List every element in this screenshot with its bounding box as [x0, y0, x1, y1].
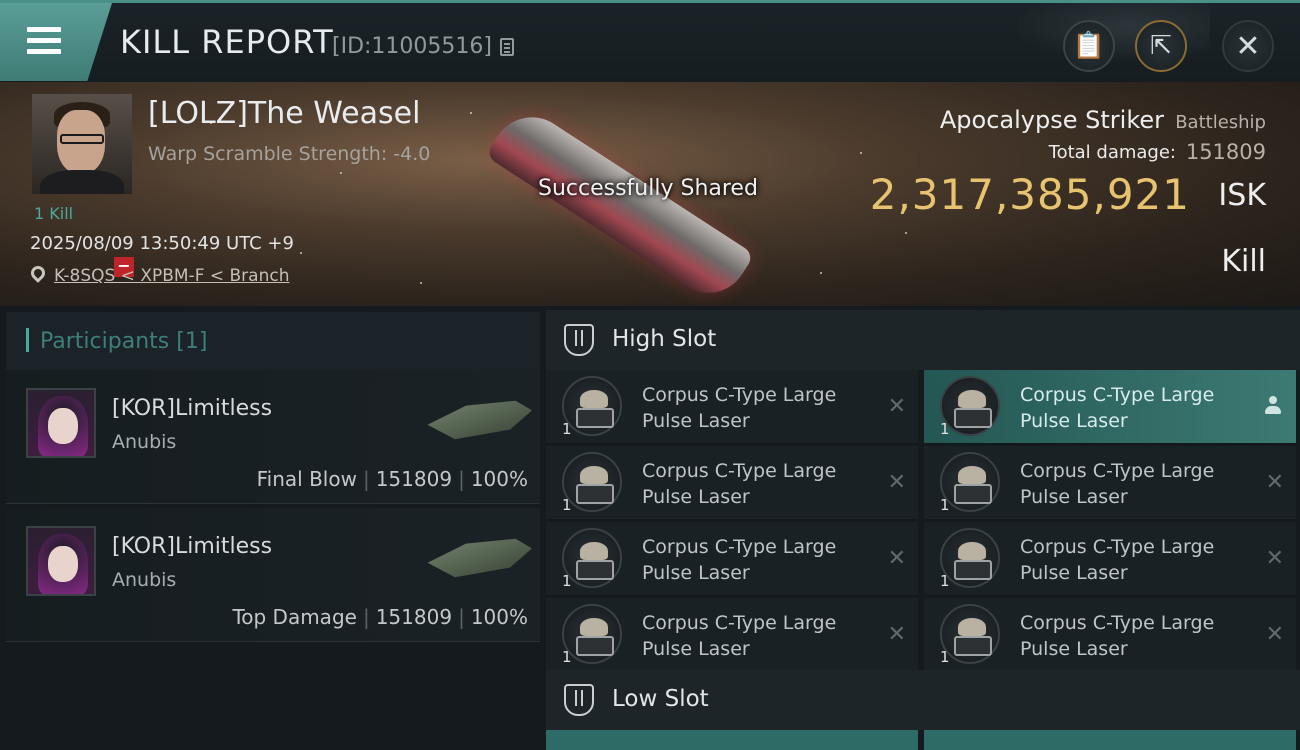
module-name: Corpus C-Type Large Pulse Laser — [1020, 384, 1215, 432]
participant-stats: Top Damage | 151809 | 100% — [232, 605, 528, 629]
destroyed-icon: ✕ — [887, 394, 906, 419]
location-pin-icon — [28, 263, 48, 283]
participant-ship-image — [427, 538, 532, 578]
top-bar: KILL REPORT [ID:11005516] 📋 ⇱ ✕ — [0, 0, 1300, 82]
module-item[interactable]: 1 Corpus C-Type Large Pulse Laser ✕ — [924, 598, 1296, 672]
victim-summary: − [LOLZ]The Weasel Warp Scramble Strengt… — [0, 82, 1300, 306]
participant-role: Top Damage — [232, 605, 357, 629]
participant-ship-image — [427, 400, 532, 440]
low-slot-header: Low Slot — [546, 670, 1300, 730]
participants-panel: Participants [1] [KOR]Limitless Anubis F… — [0, 306, 540, 750]
participant-percent: 100% — [470, 605, 528, 629]
menu-icon — [27, 27, 61, 55]
isk-value: 2,317,385,921 — [869, 170, 1190, 219]
fitting-panel: High Slot 1 Corpus C-Type Large Pulse Las… — [540, 306, 1300, 750]
share-button[interactable]: ⇱ — [1135, 20, 1187, 72]
module-item[interactable]: 1 Corpus C-Type Large Pulse Laser ✕ — [924, 446, 1296, 520]
participant-row[interactable]: [KOR]Limitless Anubis Top Damage | 151809 |… — [6, 508, 540, 642]
module-name: Corpus C-Type Large Pulse Laser — [642, 384, 837, 432]
module-item[interactable]: 1 Corpus C-Type Large Pulse Laser ✕ — [546, 370, 918, 444]
share-icon: ⇱ — [1150, 31, 1172, 61]
participant-ship: Anubis — [112, 569, 177, 591]
high-slot-header: High Slot — [546, 310, 1300, 370]
clipboard-button[interactable]: 📋 — [1063, 20, 1115, 72]
participant-name: [KOR]Limitless — [112, 396, 273, 421]
participant-ship: Anubis — [112, 431, 177, 453]
ship-image[interactable] — [485, 102, 755, 306]
destroyed-icon: ✕ — [887, 546, 906, 571]
participant-avatar[interactable] — [26, 388, 96, 458]
module-quantity: 1 — [940, 496, 950, 514]
victim-avatar[interactable] — [32, 94, 132, 194]
module-quantity: 1 — [562, 572, 572, 590]
module-quantity: 1 — [562, 648, 572, 666]
destroyed-icon: ✕ — [887, 622, 906, 647]
participant-percent: 100% — [470, 467, 528, 491]
module-name: Corpus C-Type Large Pulse Laser — [642, 536, 837, 584]
destroyed-icon: ✕ — [1265, 622, 1284, 647]
module-name: Corpus C-Type Large Pulse Laser — [1020, 460, 1215, 508]
shared-toast: Successfully Shared — [538, 176, 758, 201]
participant-role: Final Blow — [256, 467, 357, 491]
destroyed-icon: ✕ — [1265, 470, 1284, 495]
ship-class: Battleship — [1175, 112, 1266, 133]
high-slot-icon — [564, 324, 594, 356]
kill-count: 1 Kill — [34, 204, 74, 223]
module-quantity: 1 — [940, 648, 950, 666]
kill-type: Kill — [1221, 244, 1266, 279]
participant-stats: Final Blow | 151809 | 100% — [256, 467, 528, 491]
report-id: [ID:11005516] — [332, 34, 492, 59]
module-name: Corpus C-Type Large Pulse Laser — [642, 460, 837, 508]
total-damage-value: 151809 — [1185, 140, 1266, 164]
participants-count: [1] — [176, 329, 208, 354]
module-name: Corpus C-Type Large Pulse Laser — [1020, 612, 1215, 660]
location-link[interactable]: K-8SQS < XPBM-F < Branch — [54, 266, 290, 286]
module-quantity: 1 — [562, 420, 572, 438]
menu-button[interactable] — [0, 3, 112, 81]
participant-name: [KOR]Limitless — [112, 534, 273, 559]
clipboard-icon: 📋 — [1072, 31, 1106, 61]
participant-avatar[interactable] — [26, 526, 96, 596]
module-item[interactable] — [924, 730, 1296, 750]
module-quantity: 1 — [562, 496, 572, 514]
kill-datetime: 2025/08/09 13:50:49 UTC +9 — [30, 233, 294, 254]
participants-header: Participants [1] — [6, 312, 540, 370]
close-icon: ✕ — [1235, 28, 1261, 64]
module-item[interactable]: 1 Corpus C-Type Large Pulse Laser ✕ — [546, 522, 918, 596]
module-item[interactable]: 1 Corpus C-Type Large Pulse Laser ✕ — [546, 446, 918, 520]
participant-damage: 151809 — [375, 605, 453, 629]
ship-name[interactable]: Apocalypse Striker — [940, 106, 1164, 134]
low-slot-icon — [564, 684, 594, 716]
module-item[interactable] — [546, 730, 918, 750]
module-name: Corpus C-Type Large Pulse Laser — [642, 612, 837, 660]
participants-title: Participants — [40, 329, 170, 354]
page-title: KILL REPORT — [120, 23, 334, 61]
module-quantity: 1 — [940, 420, 950, 438]
copy-icon[interactable] — [500, 38, 514, 56]
module-name: Corpus C-Type Large Pulse Laser — [1020, 536, 1215, 584]
module-item[interactable]: 1 Corpus C-Type Large Pulse Laser ✕ — [546, 598, 918, 672]
isk-unit: ISK — [1218, 178, 1266, 213]
participant-damage: 151809 — [375, 467, 453, 491]
participant-row[interactable]: [KOR]Limitless Anubis Final Blow | 151809 |… — [6, 370, 540, 504]
user-icon — [1264, 396, 1282, 416]
module-quantity: 1 — [940, 572, 950, 590]
module-item[interactable]: 1 Corpus C-Type Large Pulse Laser ✕ — [924, 522, 1296, 596]
high-slot-title: High Slot — [612, 326, 717, 352]
destroyed-icon: ✕ — [1265, 546, 1284, 571]
low-slot-title: Low Slot — [612, 686, 709, 712]
module-item[interactable]: 1 Corpus C-Type Large Pulse Laser — [924, 370, 1296, 444]
destroyed-icon: ✕ — [887, 470, 906, 495]
close-button[interactable]: ✕ — [1222, 20, 1274, 72]
victim-name[interactable]: [LOLZ]The Weasel — [148, 96, 420, 131]
total-damage-label: Total damage: — [1048, 142, 1176, 163]
warp-scramble-strength: Warp Scramble Strength: -4.0 — [148, 143, 431, 165]
